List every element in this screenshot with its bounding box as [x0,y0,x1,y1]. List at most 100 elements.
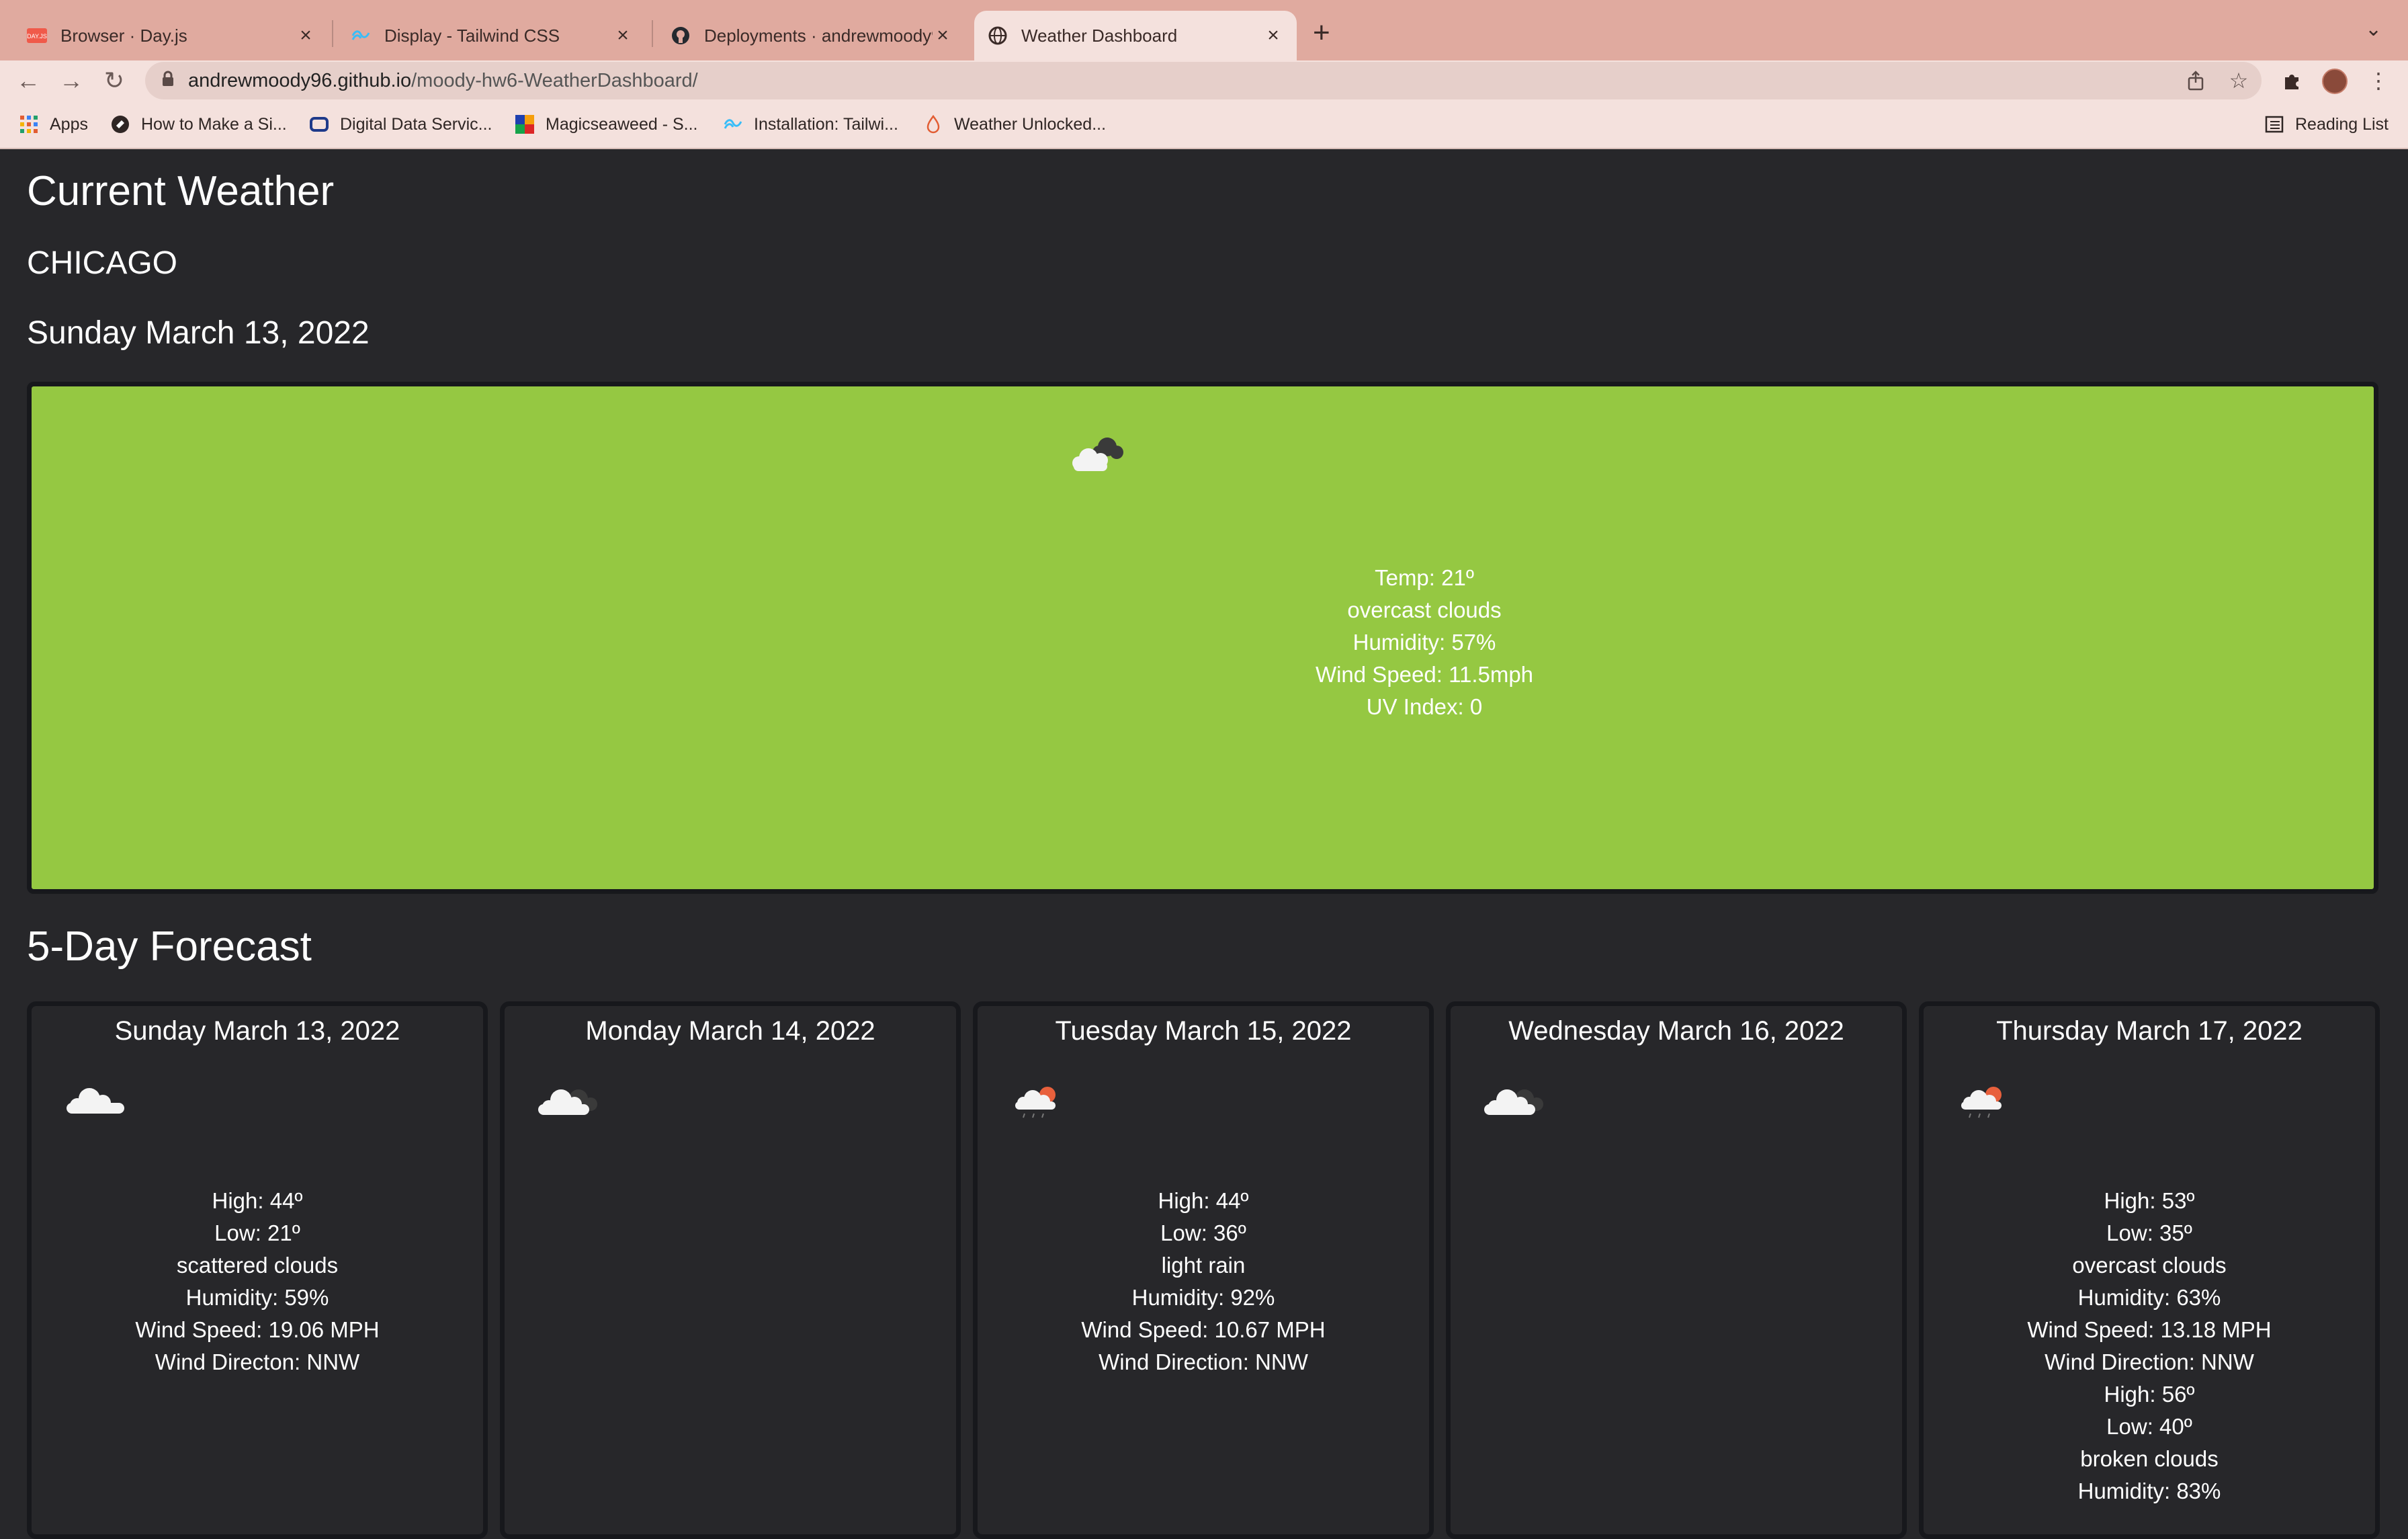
back-arrow-icon[interactable]: ← [13,66,43,95]
forecast-stats: High: 53º Low: 35º overcast clouds Humid… [1924,1185,2375,1507]
tab-title: Display - Tailwind CSS [384,25,560,46]
forecast-line: scattered clouds [176,1253,339,1278]
forecast-line: Low: 35º [2106,1220,2192,1245]
current-date: Sunday March 13, 2022 [27,315,370,351]
forecast-stats: High: 44º Low: 36º light rain Humidity: … [978,1185,1429,1378]
bookmark-weather-unlocked[interactable]: Weather Unlocked... [923,114,1106,134]
lock-icon [161,71,188,91]
tailwind-icon [351,26,371,46]
tab-title: Weather Dashboard [1021,25,1178,46]
current-stats: Temp: 21º overcast clouds Humidity: 57% … [1035,562,1814,723]
apps-grid-icon [19,114,39,134]
new-tab-button[interactable]: + [1313,16,1330,50]
magicseaweed-icon [515,114,535,134]
share-icon[interactable] [2182,67,2209,94]
forecast-line: High: 56º [2104,1382,2195,1407]
tab-separator [652,20,653,47]
tab-search-chevron-icon[interactable]: ⌄ [2365,17,2382,41]
tab-deployments[interactable]: Deployments · andrewmoody96 × [657,11,966,60]
forecast-line: Low: 21º [214,1220,300,1245]
forecast-card: Thursday March 17, 2022 High: 53º Low: 3… [1919,1001,2380,1539]
bookmark-how-to-make[interactable]: How to Make a Si... [110,114,287,134]
weather-unlocked-icon [923,114,943,134]
url-host: andrewmoody96.github.io [188,69,412,91]
tab-tailwind-display[interactable]: Display - Tailwind CSS × [337,11,646,60]
bookmark-apps[interactable]: Apps [19,114,88,134]
current-wind-speed: Wind Speed: 11.5mph [1315,662,1534,687]
tab-separator [332,20,333,47]
reload-icon[interactable]: ↻ [99,66,129,95]
forecast-card: Monday March 14, 2022 [500,1001,961,1539]
tab-weather-dashboard[interactable]: Weather Dashboard × [974,11,1297,60]
extensions-puzzle-icon[interactable] [2279,67,2306,94]
bookmark-label: How to Make a Si... [141,114,287,134]
forecast-date: Monday March 14, 2022 [585,1016,875,1046]
bookmark-digital-data[interactable]: Digital Data Servic... [309,114,492,134]
forecast-line: overcast clouds [2072,1253,2227,1278]
tab-title: Deployments · andrewmoody96 [704,25,933,46]
forecast-line: broken clouds [2080,1446,2219,1471]
forecast-line: Low: 36º [1160,1220,1246,1245]
tailwind-icon [723,114,743,134]
bookmark-label: Digital Data Servic... [340,114,492,134]
squarespace-icon [110,114,130,134]
forecast-line: Humidity: 63% [2077,1285,2221,1310]
forecast-date: Tuesday March 15, 2022 [1055,1016,1352,1046]
bookmark-magicseaweed[interactable]: Magicseaweed - S... [515,114,698,134]
overcast-clouds-icon [527,1079,611,1126]
forecast-card: Tuesday March 15, 2022 High: 44º Low: 36… [973,1001,1434,1539]
page-title: Current Weather [27,168,335,214]
svg-text:DAY.JS: DAY.JS [27,33,47,40]
forecast-line: Humidity: 92% [1131,1285,1275,1310]
dayjs-icon: DAY.JS [27,26,47,46]
forecast-line: Low: 40º [2106,1414,2192,1439]
tab-title: Browser · Day.js [60,25,187,46]
overcast-clouds-icon [1068,432,1129,474]
avatar[interactable] [2322,69,2348,94]
reading-list-label: Reading List [2295,114,2389,134]
forecast-date: Sunday March 13, 2022 [114,1016,400,1046]
current-temp: Temp: 21º [1375,565,1474,590]
forecast-line: Humidity: 83% [2077,1479,2221,1503]
forecast-line: Wind Speed: 19.06 MPH [135,1317,380,1342]
forecast-line: Wind Directon: NNW [155,1349,360,1374]
globe-icon [988,26,1008,46]
bookmark-label: Installation: Tailwi... [754,114,898,134]
forecast-line: Wind Direction: NNW [2045,1349,2254,1374]
close-icon[interactable]: × [613,24,633,47]
forecast-date: Thursday March 17, 2022 [1996,1016,2303,1046]
bookmark-installation-tailwind[interactable]: Installation: Tailwi... [723,114,898,134]
forecast-line: Humidity: 59% [185,1285,329,1310]
tab-dayjs[interactable]: DAY.JS Browser · Day.js × [13,11,329,60]
ddsi-icon [309,114,329,134]
close-icon[interactable]: × [933,24,953,47]
forecast-line: High: 53º [2104,1188,2195,1213]
address-bar[interactable]: andrewmoody96.github.io/moody-hw6-Weathe… [145,62,2262,99]
bookmark-label: Weather Unlocked... [954,114,1107,134]
light-rain-icon [1000,1079,1084,1126]
overcast-clouds-icon [1473,1079,1557,1126]
forward-arrow-icon[interactable]: → [56,66,86,95]
forecast-line: High: 44º [212,1188,303,1213]
forecast-date: Wednesday March 16, 2022 [1508,1016,1844,1046]
divider [0,148,2408,149]
forecast-line: Wind Speed: 10.67 MPH [1081,1317,1326,1342]
forecast-line: Wind Speed: 13.18 MPH [2027,1317,2272,1342]
close-icon[interactable]: × [296,24,316,47]
reading-list-button[interactable]: Reading List [2264,114,2389,134]
close-icon[interactable]: × [1263,24,1283,47]
forecast-line: light rain [1161,1253,1246,1278]
more-vertical-icon[interactable]: ⋮ [2365,67,2392,94]
reading-list-icon [2264,114,2284,134]
url-text: andrewmoody96.github.io/moody-hw6-Weathe… [188,70,698,92]
bookmark-label: Apps [50,114,88,134]
forecast-line: High: 44º [1158,1188,1249,1213]
current-uv-index: UV Index: 0 [1366,694,1483,719]
forecast-line: Wind Direction: NNW [1099,1349,1308,1374]
city-name: CHICAGO [27,245,178,281]
url-path: /moody-hw6-WeatherDashboard/ [411,69,698,91]
star-bookmark-icon[interactable]: ☆ [2225,67,2252,94]
forecast-stats: High: 44º Low: 21º scattered clouds Humi… [32,1185,483,1378]
forecast-title: 5-Day Forecast [27,923,312,970]
light-rain-icon [1946,1079,2030,1126]
